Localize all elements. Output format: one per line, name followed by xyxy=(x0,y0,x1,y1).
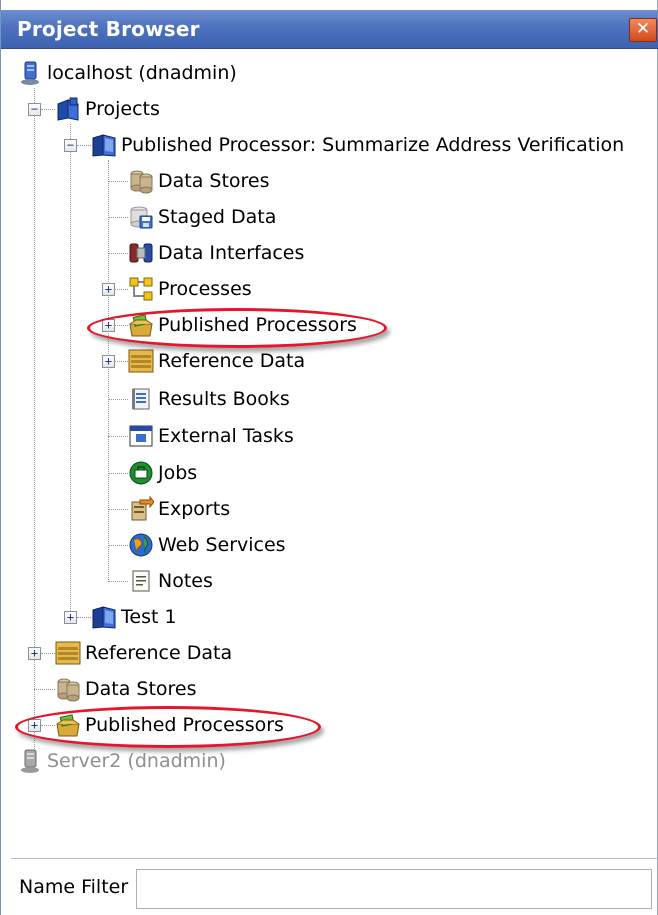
tree-line xyxy=(108,217,128,218)
tree-item-data-stores[interactable]: Data Stores xyxy=(128,164,270,198)
tree-item-test1[interactable]: Test 1 xyxy=(91,600,177,634)
tree-item-label: Results Books xyxy=(158,388,290,410)
expand-toggle-processes[interactable]: + xyxy=(102,283,115,296)
tree-item-notes[interactable]: Notes xyxy=(128,564,213,598)
project-tree[interactable]: − − + + + + + + localhost (dnadmin) Proj… xyxy=(1,52,658,842)
tree-item-processes[interactable]: Processes xyxy=(128,272,252,306)
web-services-icon xyxy=(128,532,154,558)
tree-item-label: Reference Data xyxy=(158,350,306,372)
exports-icon xyxy=(128,496,154,522)
expand-toggle-reference-data[interactable]: + xyxy=(102,355,115,368)
collapse-toggle-projects[interactable]: − xyxy=(28,103,41,116)
tree-item-label: Server2 (dnadmin) xyxy=(47,750,226,772)
expand-toggle-root-reference-data[interactable]: + xyxy=(28,647,41,660)
tree-item-projects[interactable]: Projects xyxy=(55,92,160,126)
tree-item-root-data-stores[interactable]: Data Stores xyxy=(55,672,197,706)
title-bar: Project Browser ✕ xyxy=(1,10,658,49)
tree-item-label: Processes xyxy=(158,278,252,300)
expand-toggle-test1[interactable]: + xyxy=(64,611,77,624)
external-tasks-icon xyxy=(128,423,154,449)
tree-line xyxy=(108,581,128,582)
reference-data-icon xyxy=(55,640,81,666)
tree-item-server[interactable]: localhost (dnadmin) xyxy=(17,56,237,90)
database-icon xyxy=(128,168,154,194)
data-interfaces-icon xyxy=(128,240,154,266)
tree-line xyxy=(108,160,109,582)
jobs-icon xyxy=(128,460,154,486)
tree-item-root-reference-data[interactable]: Reference Data xyxy=(55,636,232,670)
book-icon xyxy=(91,132,117,158)
server-icon xyxy=(17,60,43,86)
processes-icon xyxy=(128,276,154,302)
highlight-ellipse xyxy=(15,706,321,748)
tree-line xyxy=(70,124,71,619)
book-icon xyxy=(91,604,117,630)
reference-data-icon xyxy=(128,348,154,374)
tree-line xyxy=(34,88,35,763)
notes-icon xyxy=(128,568,154,594)
staged-data-icon xyxy=(128,204,154,230)
tree-item-label: External Tasks xyxy=(158,425,294,447)
divider xyxy=(11,858,658,859)
tree-item-staged-data[interactable]: Staged Data xyxy=(128,200,276,234)
tree-item-label: Web Services xyxy=(158,534,286,556)
name-filter-input[interactable] xyxy=(136,869,652,909)
tree-line xyxy=(108,399,128,400)
tree-line xyxy=(115,361,128,362)
tree-item-web-services[interactable]: Web Services xyxy=(128,528,286,562)
tree-item-jobs[interactable]: Jobs xyxy=(128,456,197,490)
highlight-ellipse xyxy=(87,308,387,348)
tree-line xyxy=(41,653,55,654)
tree-line xyxy=(108,473,128,474)
tree-item-exports[interactable]: Exports xyxy=(128,492,230,526)
panel-title: Project Browser xyxy=(17,17,200,41)
tree-line xyxy=(108,436,128,437)
tree-line xyxy=(41,109,55,110)
tree-item-server2[interactable]: Server2 (dnadmin) xyxy=(17,744,226,778)
tree-item-label: localhost (dnadmin) xyxy=(47,62,237,84)
collapse-toggle-published-processor[interactable]: − xyxy=(64,139,77,152)
tree-item-label: Data Interfaces xyxy=(158,242,305,264)
database-icon xyxy=(55,676,81,702)
tree-item-label: Jobs xyxy=(158,462,198,484)
tree-line xyxy=(77,145,91,146)
tree-line xyxy=(108,509,128,510)
tree-item-label: Published Processor: Summarize Address V… xyxy=(121,134,625,156)
tree-item-results-books[interactable]: Results Books xyxy=(128,382,290,416)
tree-line xyxy=(108,181,128,182)
results-book-icon xyxy=(128,386,154,412)
tree-item-label: Data Stores xyxy=(85,678,197,700)
tree-item-label: Test 1 xyxy=(121,606,177,628)
project-browser-panel: Project Browser ✕ − − + + + + + + localh… xyxy=(0,0,658,915)
tree-item-reference-data[interactable]: Reference Data xyxy=(128,344,305,378)
tree-item-published-processor-project[interactable]: Published Processor: Summarize Address V… xyxy=(91,128,624,162)
tree-item-label: Reference Data xyxy=(85,642,233,664)
tree-item-label: Staged Data xyxy=(158,206,277,228)
tree-line xyxy=(115,289,128,290)
close-button[interactable]: ✕ xyxy=(629,18,657,42)
tree-line xyxy=(108,253,128,254)
tree-item-label: Exports xyxy=(158,498,231,520)
tree-item-label: Notes xyxy=(158,570,213,592)
tree-item-label: Projects xyxy=(85,98,160,120)
tree-item-external-tasks[interactable]: External Tasks xyxy=(128,419,294,453)
tree-line xyxy=(34,689,55,690)
tree-item-label: Data Stores xyxy=(158,170,270,192)
name-filter-label: Name Filter xyxy=(19,876,129,898)
tree-item-data-interfaces[interactable]: Data Interfaces xyxy=(128,236,304,270)
projects-icon xyxy=(55,96,81,122)
server-icon xyxy=(17,748,43,774)
tree-line xyxy=(77,617,91,618)
tree-line xyxy=(108,545,128,546)
